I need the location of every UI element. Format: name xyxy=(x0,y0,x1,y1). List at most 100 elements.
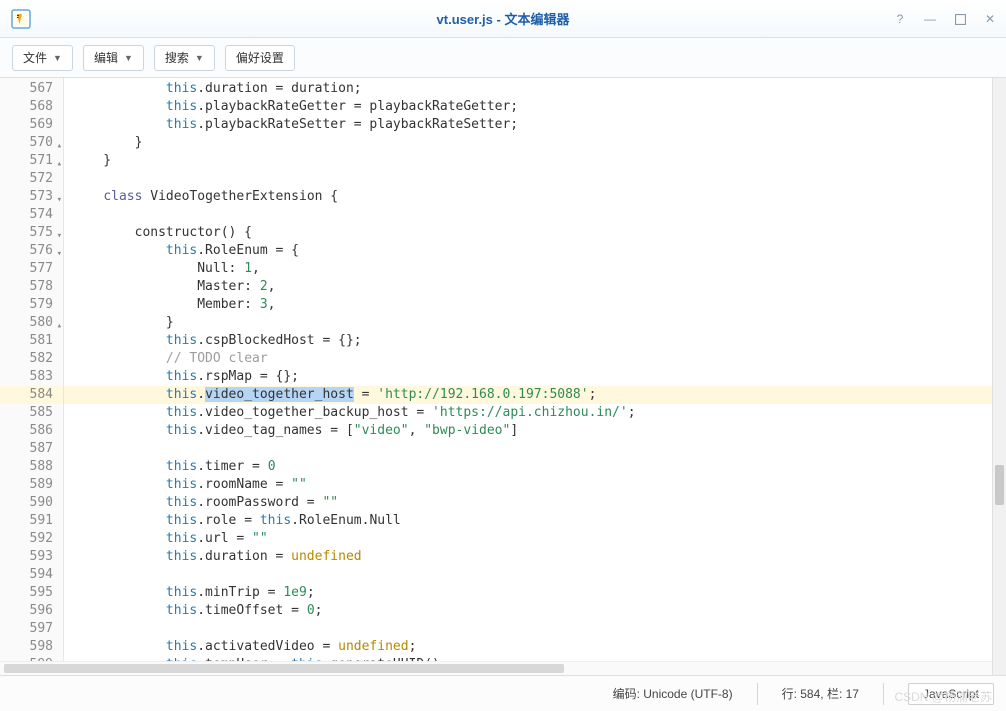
line-number: 584 xyxy=(0,386,63,404)
line-number: 578 xyxy=(0,278,63,296)
code-line[interactable]: } xyxy=(64,314,1006,332)
horizontal-scrollbar-thumb[interactable] xyxy=(4,664,564,673)
line-number: 587 xyxy=(0,440,63,458)
line-number: 583 xyxy=(0,368,63,386)
line-number: 576▾ xyxy=(0,242,63,260)
vertical-scrollbar[interactable] xyxy=(992,78,1006,675)
maximize-icon[interactable] xyxy=(952,11,968,27)
code-line[interactable] xyxy=(64,566,1006,584)
code-line[interactable]: this.minTrip = 1e9; xyxy=(64,584,1006,602)
code-area[interactable]: this.duration = duration; this.playbackR… xyxy=(64,78,1006,675)
code-editor[interactable]: 567568569570▴571▴572573▾574575▾576▾57757… xyxy=(0,78,1006,675)
code-line[interactable] xyxy=(64,440,1006,458)
code-line[interactable]: this.duration = duration; xyxy=(64,80,1006,98)
code-line[interactable]: this.RoleEnum = { xyxy=(64,242,1006,260)
code-line[interactable]: } xyxy=(64,134,1006,152)
chevron-down-icon: ▼ xyxy=(53,53,62,63)
help-icon[interactable]: ? xyxy=(892,11,908,27)
code-line[interactable]: this.url = "" xyxy=(64,530,1006,548)
search-label: 搜索 xyxy=(165,49,189,66)
code-line[interactable]: this.timer = 0 xyxy=(64,458,1006,476)
code-line[interactable]: Master: 2, xyxy=(64,278,1006,296)
code-line[interactable]: Null: 1, xyxy=(64,260,1006,278)
code-line[interactable]: this.role = this.RoleEnum.Null xyxy=(64,512,1006,530)
code-line[interactable]: this.playbackRateGetter = playbackRateGe… xyxy=(64,98,1006,116)
line-number: 596 xyxy=(0,602,63,620)
line-number: 581 xyxy=(0,332,63,350)
fold-toggle-icon[interactable]: ▴ xyxy=(52,317,62,327)
fold-toggle-icon[interactable]: ▾ xyxy=(52,191,62,201)
line-number: 595 xyxy=(0,584,63,602)
code-line[interactable]: this.timeOffset = 0; xyxy=(64,602,1006,620)
code-line[interactable]: } xyxy=(64,152,1006,170)
edit-button[interactable]: 编辑 ▼ xyxy=(83,45,144,71)
line-number: 575▾ xyxy=(0,224,63,242)
minimize-icon[interactable]: — xyxy=(922,11,938,27)
language-label: JavaScript xyxy=(923,687,979,701)
code-line[interactable]: Member: 3, xyxy=(64,296,1006,314)
app-icon xyxy=(8,6,34,32)
status-bar: 编码: Unicode (UTF-8) 行: 584, 栏: 17 JavaSc… xyxy=(0,675,1006,711)
code-line[interactable]: constructor() { xyxy=(64,224,1006,242)
line-number: 589 xyxy=(0,476,63,494)
code-line[interactable]: this.playbackRateSetter = playbackRateSe… xyxy=(64,116,1006,134)
line-number: 582 xyxy=(0,350,63,368)
line-number: 592 xyxy=(0,530,63,548)
toolbar: 文件 ▼ 编辑 ▼ 搜索 ▼ 偏好设置 xyxy=(0,38,1006,78)
file-label: 文件 xyxy=(23,49,47,66)
title-bar: vt.user.js - 文本编辑器 ? — ✕ xyxy=(0,0,1006,38)
window-controls: ? — ✕ xyxy=(892,0,998,38)
statusbar-separator xyxy=(757,683,758,705)
code-line[interactable]: this.activatedVideo = undefined; xyxy=(64,638,1006,656)
window-title: vt.user.js - 文本编辑器 xyxy=(0,9,1006,28)
code-line[interactable]: this.roomPassword = "" xyxy=(64,494,1006,512)
line-number: 570▴ xyxy=(0,134,63,152)
line-number: 568 xyxy=(0,98,63,116)
search-button[interactable]: 搜索 ▼ xyxy=(154,45,215,71)
edit-label: 编辑 xyxy=(94,49,118,66)
line-number: 572 xyxy=(0,170,63,188)
line-number: 573▾ xyxy=(0,188,63,206)
code-line[interactable]: // TODO clear xyxy=(64,350,1006,368)
line-number: 571▴ xyxy=(0,152,63,170)
fold-toggle-icon[interactable]: ▴ xyxy=(52,155,62,165)
code-line[interactable]: this.roomName = "" xyxy=(64,476,1006,494)
statusbar-separator xyxy=(883,683,884,705)
code-line[interactable] xyxy=(64,620,1006,638)
code-line[interactable]: class VideoTogetherExtension { xyxy=(64,188,1006,206)
line-number: 574 xyxy=(0,206,63,224)
code-line[interactable]: this.video_together_host = 'http://192.1… xyxy=(64,386,1006,404)
line-number: 586 xyxy=(0,422,63,440)
language-selector[interactable]: JavaScript xyxy=(908,683,994,705)
horizontal-scrollbar[interactable] xyxy=(0,661,992,675)
close-icon[interactable]: ✕ xyxy=(982,11,998,27)
code-line[interactable]: this.video_tag_names = ["video", "bwp-vi… xyxy=(64,422,1006,440)
chevron-down-icon: ▼ xyxy=(124,53,133,63)
line-number: 567 xyxy=(0,80,63,98)
line-number: 588 xyxy=(0,458,63,476)
code-line[interactable] xyxy=(64,170,1006,188)
fold-toggle-icon[interactable]: ▾ xyxy=(52,245,62,255)
encoding-status: 编码: Unicode (UTF-8) xyxy=(613,685,733,702)
cursor-position-status: 行: 584, 栏: 17 xyxy=(782,685,859,702)
line-number: 579 xyxy=(0,296,63,314)
code-line[interactable]: this.video_together_backup_host = 'https… xyxy=(64,404,1006,422)
line-number: 591 xyxy=(0,512,63,530)
line-number: 577 xyxy=(0,260,63,278)
line-number: 597 xyxy=(0,620,63,638)
preferences-button[interactable]: 偏好设置 xyxy=(225,45,295,71)
fold-toggle-icon[interactable]: ▾ xyxy=(52,227,62,237)
line-number: 585 xyxy=(0,404,63,422)
line-number: 569 xyxy=(0,116,63,134)
fold-toggle-icon[interactable]: ▴ xyxy=(52,137,62,147)
code-line[interactable]: this.duration = undefined xyxy=(64,548,1006,566)
line-number: 580▴ xyxy=(0,314,63,332)
code-line[interactable]: this.rspMap = {}; xyxy=(64,368,1006,386)
chevron-down-icon: ▼ xyxy=(195,53,204,63)
preferences-label: 偏好设置 xyxy=(236,49,284,66)
file-button[interactable]: 文件 ▼ xyxy=(12,45,73,71)
code-line[interactable] xyxy=(64,206,1006,224)
vertical-scrollbar-thumb[interactable] xyxy=(995,465,1004,505)
line-number-gutter: 567568569570▴571▴572573▾574575▾576▾57757… xyxy=(0,78,64,675)
code-line[interactable]: this.cspBlockedHost = {}; xyxy=(64,332,1006,350)
